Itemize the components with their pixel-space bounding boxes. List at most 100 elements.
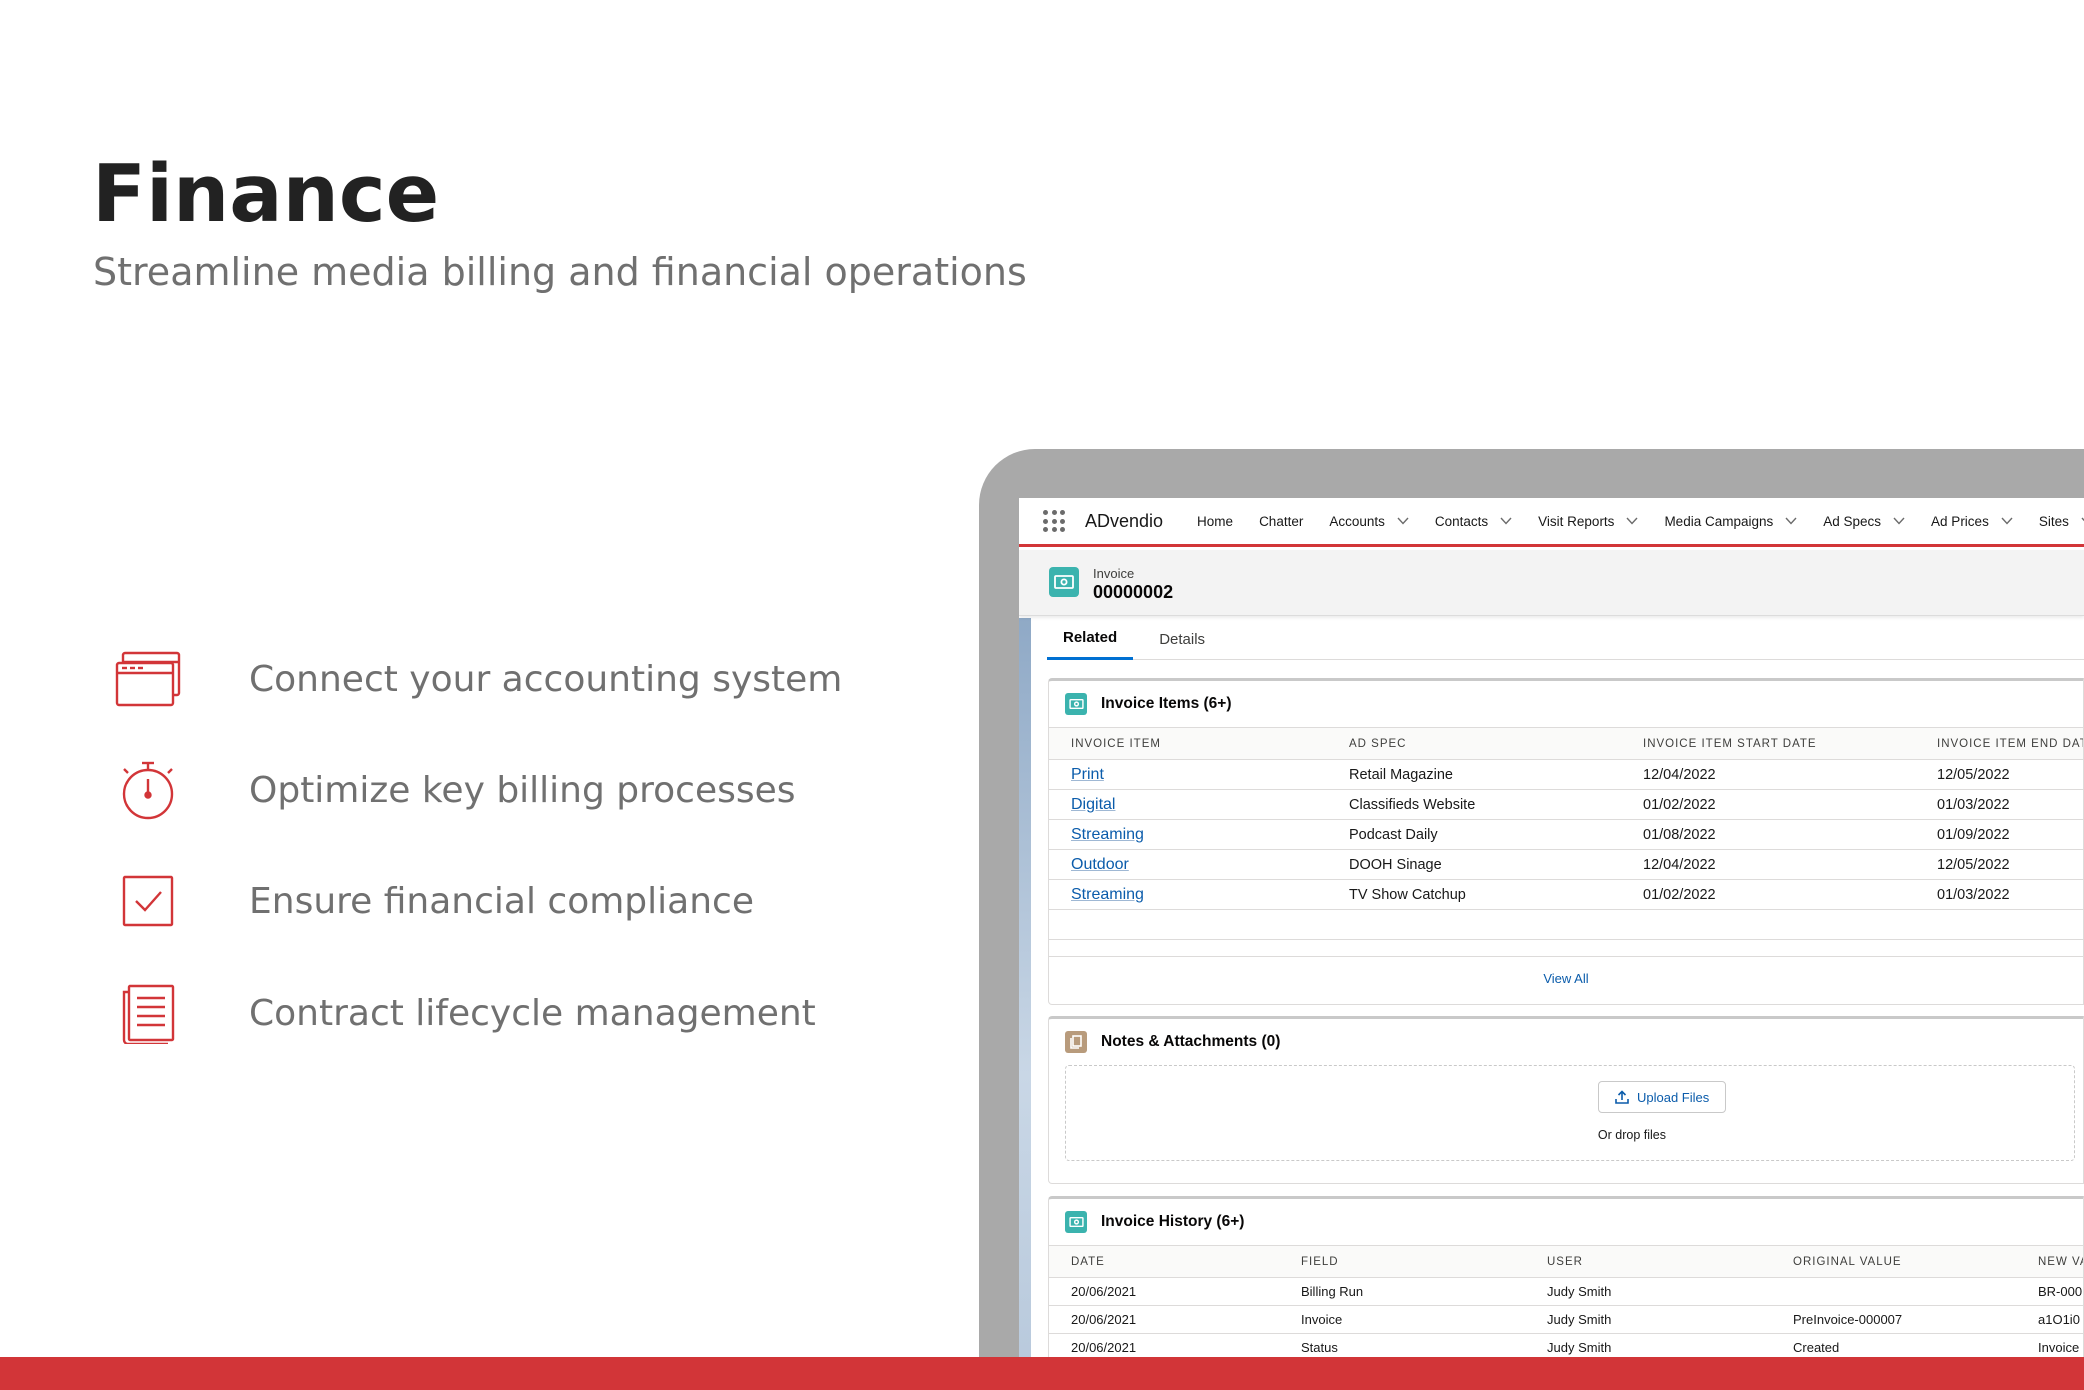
table-cell: 01/02/2022: [1621, 789, 1915, 820]
app-name: ADvendio: [1085, 510, 1164, 531]
chevron-down-icon[interactable]: [1500, 517, 1512, 525]
feature-contracts: Contract lifecycle management: [110, 975, 816, 1051]
browser-window-icon: [110, 641, 186, 717]
background-strip: [1019, 618, 1031, 1358]
column-header[interactable]: New Value: [2016, 1245, 2083, 1278]
table-cell: 01/03/2022: [1915, 879, 2083, 910]
table-cell: 01/03/2022: [1915, 789, 2083, 820]
table-row: Streaming Podcast Daily 01/08/2022 01/09…: [1049, 819, 2083, 850]
nav-item-media-campaigns[interactable]: Media Campaigns: [1664, 514, 1797, 529]
card-title[interactable]: Invoice History (6+): [1101, 1213, 1244, 1231]
table-cell: 12/04/2022: [1621, 759, 1915, 790]
footer-band: [0, 1357, 2084, 1390]
record-header: Invoice 00000002: [1019, 550, 2084, 616]
invoice-item-link[interactable]: Streaming: [1049, 879, 1327, 910]
nav-item-sites[interactable]: Sites: [2039, 514, 2084, 529]
invoice-items-table: Invoice Item Ad Spec Invoice Item Start …: [1049, 727, 2083, 940]
column-header[interactable]: User: [1525, 1245, 1771, 1278]
table-row-empty: [1049, 909, 2083, 940]
table-cell: 01/02/2022: [1621, 879, 1915, 910]
feature-compliance: Ensure financial compliance: [110, 863, 754, 939]
column-header[interactable]: Invoice Item End Date: [1915, 727, 2083, 760]
feature-label: Contract lifecycle management: [249, 992, 816, 1034]
card-title[interactable]: Notes & Attachments (0): [1101, 1033, 1280, 1051]
card-header: Invoice History (6+): [1049, 1199, 2083, 1245]
invoice-items-card: Invoice Items (6+) Invoice Item Ad Spec …: [1048, 678, 2084, 1005]
table-cell: DOOH Sinage: [1327, 849, 1621, 880]
tab-details[interactable]: Details: [1143, 618, 1221, 660]
chevron-down-icon[interactable]: [1785, 517, 1797, 525]
global-nav: ADvendio Home Chatter Accounts Contacts …: [1019, 498, 2084, 547]
invoice-history-table: Date Field User Original Value New Value…: [1049, 1245, 2083, 1358]
nav-item-ad-prices[interactable]: Ad Prices: [1931, 514, 2013, 529]
file-dropzone[interactable]: Upload Files Or drop files: [1065, 1065, 2075, 1161]
nav-item-ad-specs[interactable]: Ad Specs: [1823, 514, 1905, 529]
column-header[interactable]: Invoice Item: [1049, 727, 1327, 760]
table-row: Digital Classifieds Website 01/02/2022 0…: [1049, 789, 2083, 820]
feature-label: Ensure financial compliance: [249, 880, 754, 922]
chevron-down-icon[interactable]: [1893, 517, 1905, 525]
chevron-down-icon[interactable]: [1626, 517, 1638, 525]
app-launcher-icon[interactable]: [1043, 510, 1065, 532]
notes-attachments-card: Notes & Attachments (0) Upload Files Or …: [1048, 1016, 2084, 1184]
table-cell: Invoice: [1279, 1305, 1525, 1334]
stopwatch-icon: [110, 752, 186, 828]
table-cell: 01/09/2022: [1915, 819, 2083, 850]
table-cell: TV Show Catchup: [1327, 879, 1621, 910]
table-cell: Judy Smith: [1525, 1333, 1771, 1358]
feature-label: Connect your accounting system: [249, 658, 843, 700]
table-cell: Podcast Daily: [1327, 819, 1621, 850]
invoice-icon: [1065, 1211, 1087, 1233]
chevron-down-icon[interactable]: [1397, 517, 1409, 525]
column-header[interactable]: Date: [1049, 1245, 1279, 1278]
invoice-icon: [1065, 693, 1087, 715]
nav-item-accounts[interactable]: Accounts: [1329, 514, 1409, 529]
invoice-item-link[interactable]: Outdoor: [1049, 849, 1327, 880]
card-header: Invoice Items (6+): [1049, 681, 2083, 727]
table-cell: 12/05/2022: [1915, 759, 2083, 790]
column-header[interactable]: Field: [1279, 1245, 1525, 1278]
invoice-item-link[interactable]: Streaming: [1049, 819, 1327, 850]
card-header: Notes & Attachments (0): [1049, 1019, 2083, 1065]
table-cell: PreInvoice-000007: [1771, 1305, 2016, 1334]
table-cell: 12/04/2022: [1621, 849, 1915, 880]
nav-item-visit-reports[interactable]: Visit Reports: [1538, 514, 1638, 529]
feature-billing: Optimize key billing processes: [110, 752, 796, 828]
view-all-link[interactable]: View All: [1049, 956, 2083, 1000]
table-cell: Created: [1771, 1333, 2016, 1358]
nav-item-home[interactable]: Home: [1197, 514, 1233, 529]
invoice-item-link[interactable]: Digital: [1049, 789, 1327, 820]
nav-item-contacts[interactable]: Contacts: [1435, 514, 1512, 529]
table-row: Outdoor DOOH Sinage 12/04/2022 12/05/202…: [1049, 849, 2083, 880]
checkbox-checked-icon: [110, 863, 186, 939]
invoice-icon: [1049, 567, 1079, 597]
nav-item-chatter[interactable]: Chatter: [1259, 514, 1303, 529]
page-subtitle: Streamline media billing and financial o…: [93, 250, 1027, 294]
table-cell: Classifieds Website: [1327, 789, 1621, 820]
table-cell: Judy Smith: [1525, 1277, 1771, 1306]
table-cell: 12/05/2022: [1915, 849, 2083, 880]
table-cell: Retail Magazine: [1327, 759, 1621, 790]
document-list-icon: [110, 975, 186, 1051]
table-cell: a1O1i0: [2016, 1305, 2083, 1334]
card-title[interactable]: Invoice Items (6+): [1101, 695, 1232, 713]
invoice-item-link[interactable]: Print: [1049, 759, 1327, 790]
column-header[interactable]: Invoice Item Start Date: [1621, 727, 1915, 760]
upload-files-button[interactable]: Upload Files: [1598, 1081, 1727, 1113]
record-title: 00000002: [1093, 582, 1174, 602]
table-cell: 20/06/2021: [1049, 1277, 1279, 1306]
column-header[interactable]: Original Value: [1771, 1245, 2016, 1278]
table-cell: 01/08/2022: [1621, 819, 1915, 850]
record-tabs: Related Details: [1047, 618, 2084, 660]
tab-related[interactable]: Related: [1047, 618, 1134, 660]
table-row: 20/06/2021 Status Judy Smith Created Inv…: [1049, 1333, 2083, 1358]
column-header[interactable]: Ad Spec: [1327, 727, 1621, 760]
table-cell: [1771, 1277, 2016, 1306]
table-cell: Status: [1279, 1333, 1525, 1358]
drop-files-hint: Or drop files: [1597, 1128, 1666, 1142]
table-row: Streaming TV Show Catchup 01/02/2022 01/…: [1049, 879, 2083, 910]
chevron-down-icon[interactable]: [2001, 517, 2013, 525]
table-cell: Billing Run: [1279, 1277, 1525, 1306]
record-object-label: Invoice: [1093, 566, 1135, 581]
page-title: Finance: [92, 148, 440, 240]
